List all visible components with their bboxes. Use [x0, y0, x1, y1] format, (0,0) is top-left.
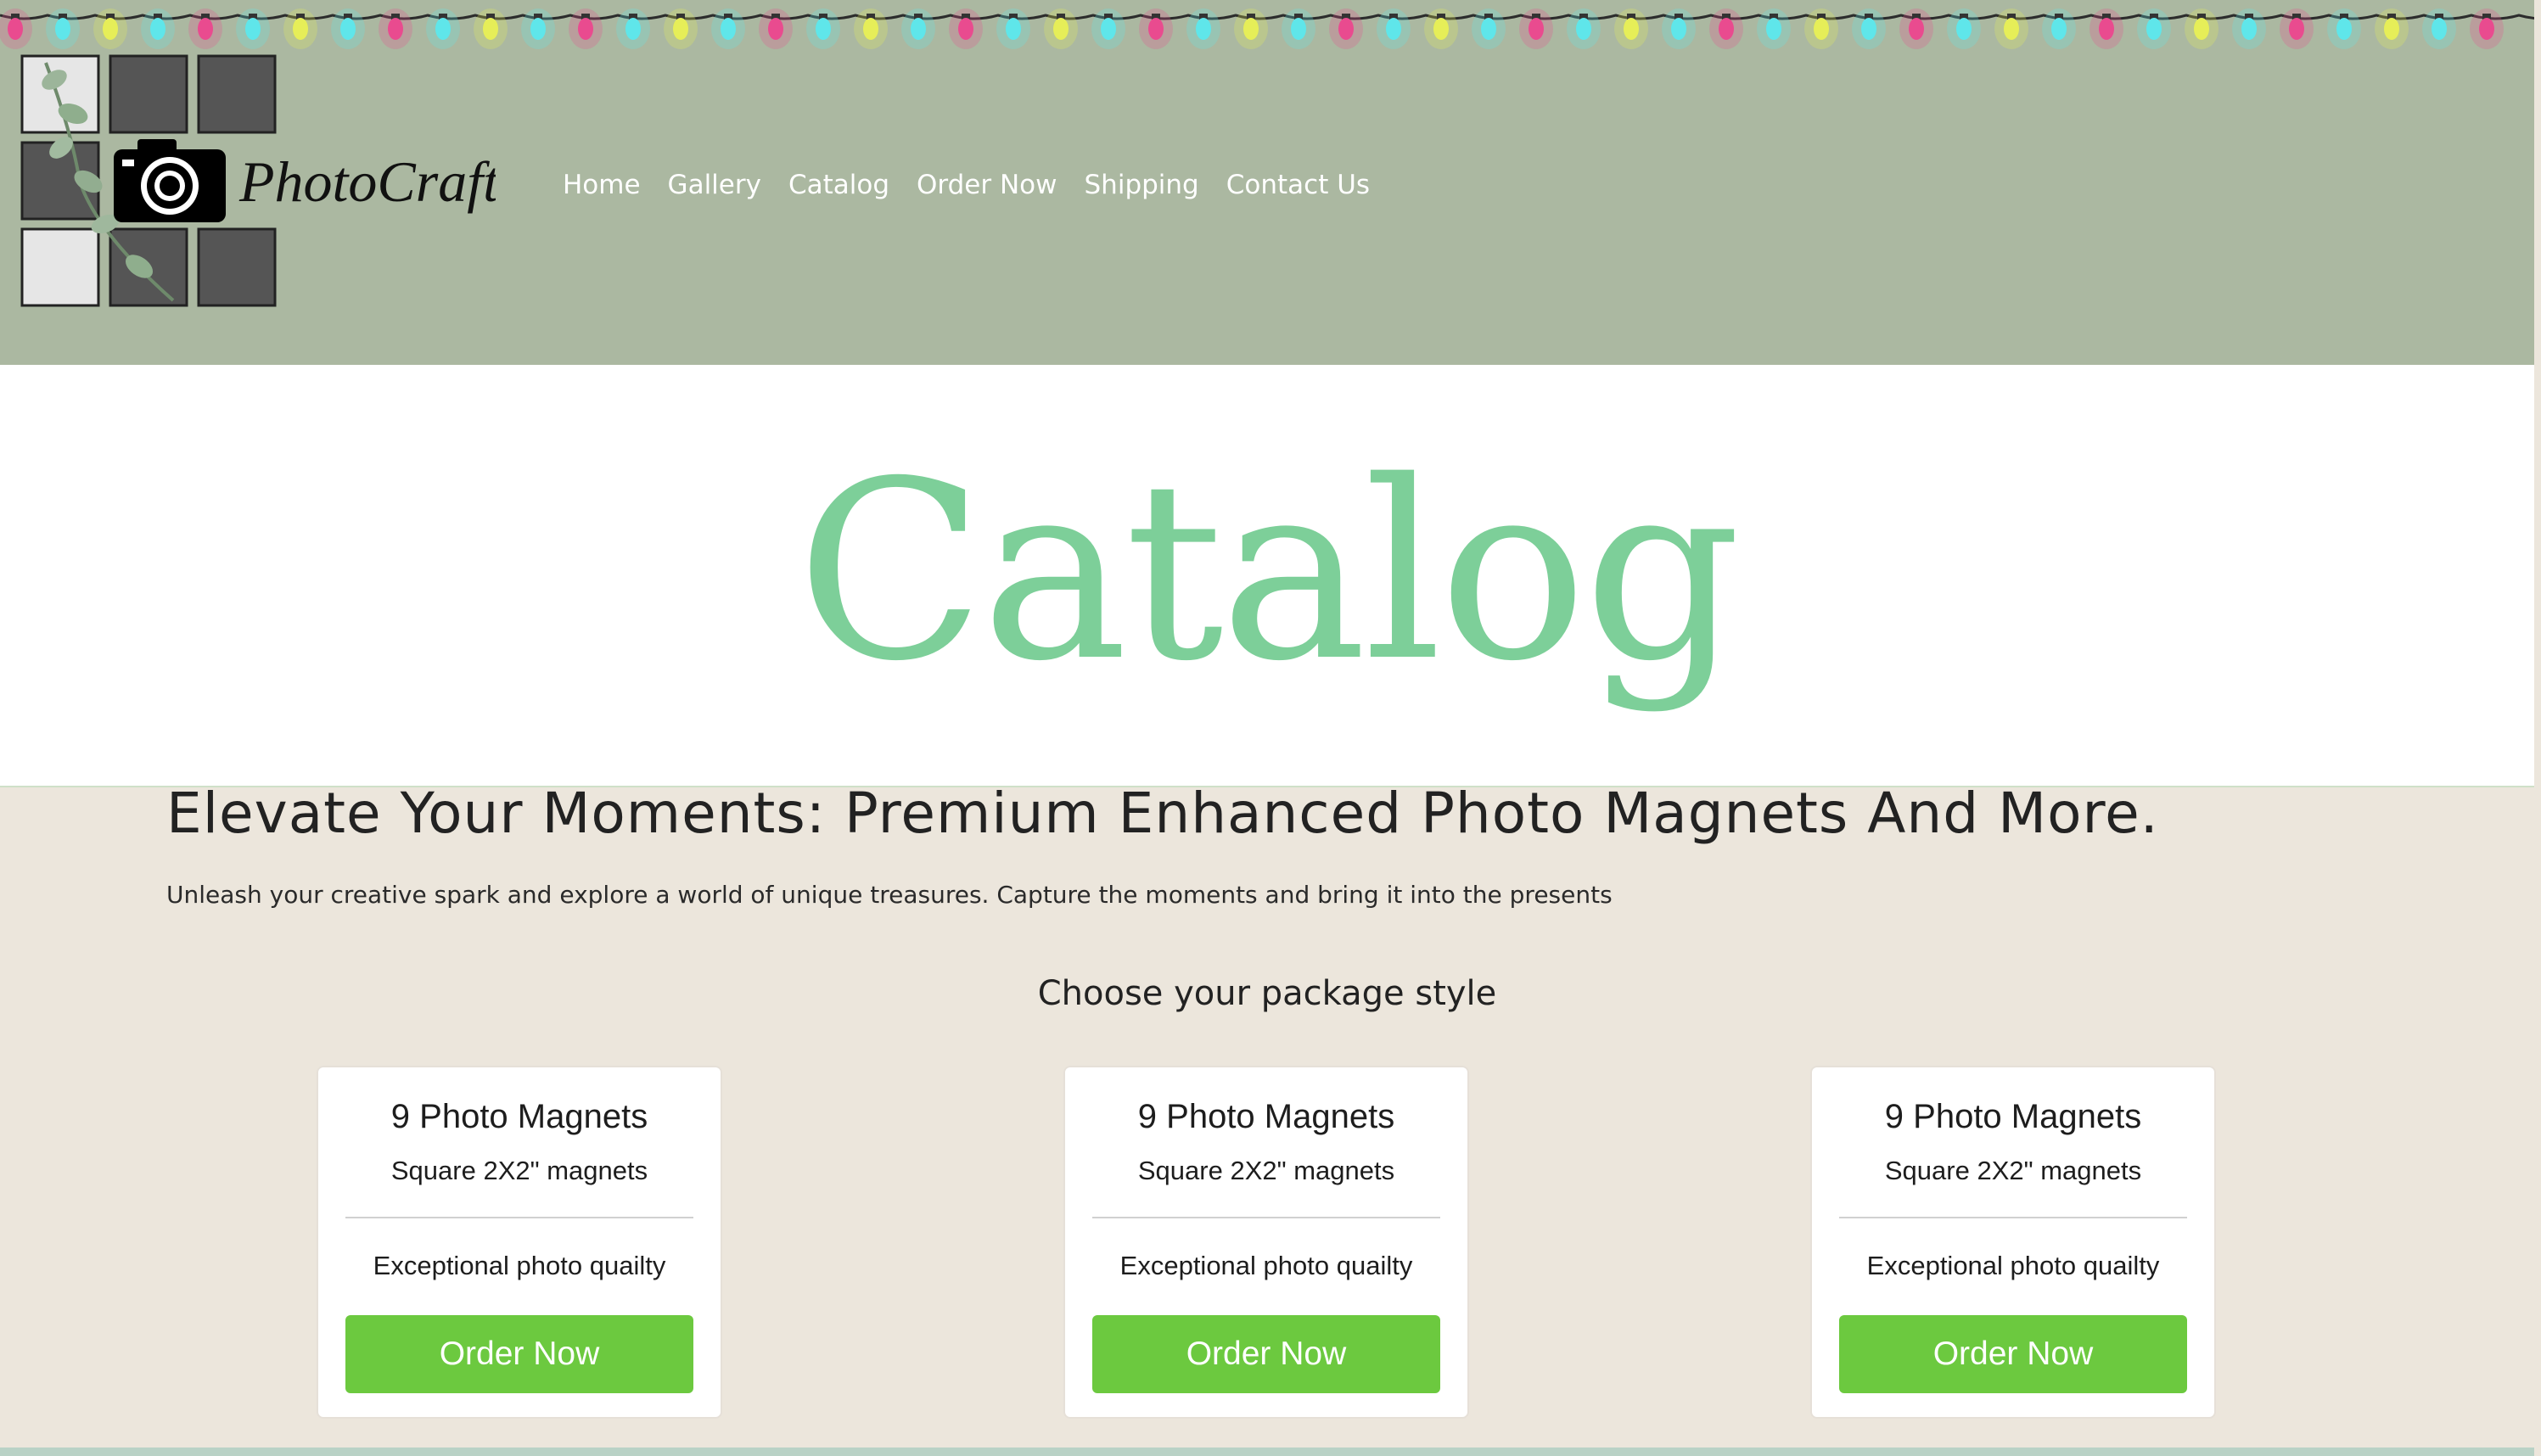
string-lights-decoration [0, 8, 2534, 49]
package-subtitle: Square 2X2" magnets [1884, 1156, 2142, 1185]
section-headline: Elevate Your Moments: Premium Enhanced P… [166, 781, 2159, 846]
package-card: 9 Photo Magnets Square 2X2" magnets Exce… [1063, 1066, 1469, 1419]
package-title: 9 Photo Magnets [1884, 1098, 2142, 1135]
site-logo[interactable]: PhotoCrafts [20, 54, 496, 309]
package-feature: Exceptional photo quailty [1119, 1251, 1413, 1280]
order-now-button[interactable]: Order Now [345, 1315, 693, 1393]
divider [345, 1217, 693, 1218]
package-subtitle: Square 2X2" magnets [1137, 1156, 1395, 1185]
scrollbar-track[interactable] [2534, 0, 2541, 1456]
camera-icon [114, 139, 226, 222]
package-title: 9 Photo Magnets [1137, 1098, 1395, 1135]
order-now-button[interactable]: Order Now [1092, 1315, 1440, 1393]
nav-shipping[interactable]: Shipping [1085, 164, 1199, 206]
package-card: 9 Photo Magnets Square 2X2" magnets Exce… [1810, 1066, 2216, 1419]
package-title: 9 Photo Magnets [390, 1098, 648, 1135]
footer-edge [0, 1448, 2534, 1456]
nav-contact-us[interactable]: Contact Us [1226, 164, 1370, 206]
package-subtitle: Square 2X2" magnets [390, 1156, 648, 1185]
svg-text:PhotoCrafts: PhotoCrafts [238, 149, 496, 214]
nav-order-now[interactable]: Order Now [917, 164, 1057, 206]
package-feature: Exceptional photo quailty [373, 1251, 666, 1280]
divider [1839, 1217, 2187, 1218]
main-nav: Home Gallery Catalog Order Now Shipping … [563, 164, 1397, 206]
hero-banner: Catalog [0, 365, 2534, 787]
nav-gallery[interactable]: Gallery [668, 164, 761, 206]
divider [1092, 1217, 1440, 1218]
section-intro: Unleash your creative spark and explore … [166, 881, 1613, 909]
nav-home[interactable]: Home [563, 164, 641, 206]
package-heading: Choose your package style [1037, 974, 1497, 1013]
package-feature: Exceptional photo quailty [1866, 1251, 2160, 1280]
order-now-button[interactable]: Order Now [1839, 1315, 2187, 1393]
nav-catalog[interactable]: Catalog [788, 164, 889, 206]
site-header: PhotoCrafts Home Gallery Catalog Order N… [0, 0, 2534, 365]
package-card: 9 Photo Magnets Square 2X2" magnets Exce… [317, 1066, 722, 1419]
page-title: Catalog [796, 429, 1741, 715]
